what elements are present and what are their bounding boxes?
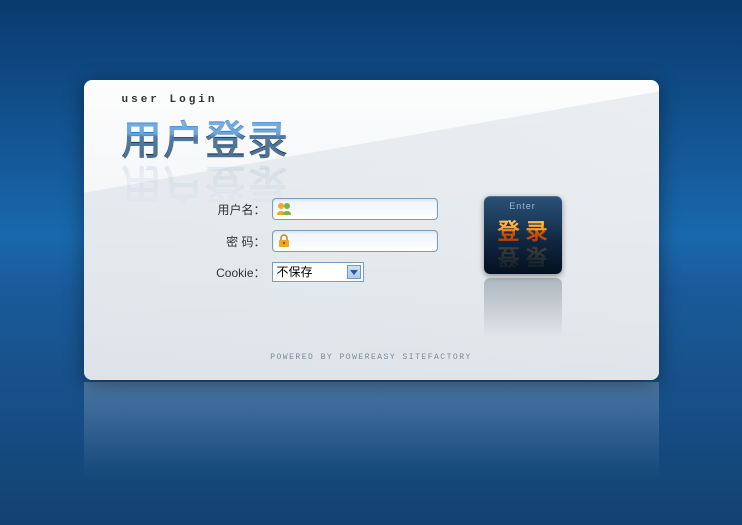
- password-row: 密 码：: [202, 230, 462, 252]
- password-input-wrap: [272, 230, 438, 252]
- login-button[interactable]: Enter 登录 登录: [484, 196, 562, 274]
- card-reflection: [84, 382, 659, 502]
- footer-text: POWERED BY POWEREASY SITEFACTORY: [84, 353, 659, 362]
- login-form: 用户名： 密 码：: [202, 198, 462, 292]
- cookie-select-wrap: 不保存: [272, 262, 364, 282]
- username-label: 用户名：: [202, 201, 266, 218]
- username-input[interactable]: [295, 199, 437, 219]
- username-input-wrap: [272, 198, 438, 220]
- login-button-reflection: 登录: [491, 242, 553, 274]
- user-icon: [276, 201, 292, 217]
- login-card: user Login 用 户 登 录 用 户 登 录 用户名：: [84, 80, 659, 380]
- cookie-label: Cookie：: [202, 264, 266, 281]
- subtitle: user Login: [122, 94, 288, 106]
- lock-icon: [276, 233, 292, 249]
- cookie-row: Cookie： 不保存: [202, 262, 462, 282]
- login-button-subtext: Enter: [509, 201, 536, 211]
- button-shadow-reflection: [484, 278, 562, 338]
- cookie-select[interactable]: 不保存: [272, 262, 364, 282]
- password-label: 密 码：: [202, 233, 266, 250]
- username-row: 用户名：: [202, 198, 462, 220]
- password-input[interactable]: [295, 231, 437, 251]
- login-button-text: 登录: [491, 214, 553, 246]
